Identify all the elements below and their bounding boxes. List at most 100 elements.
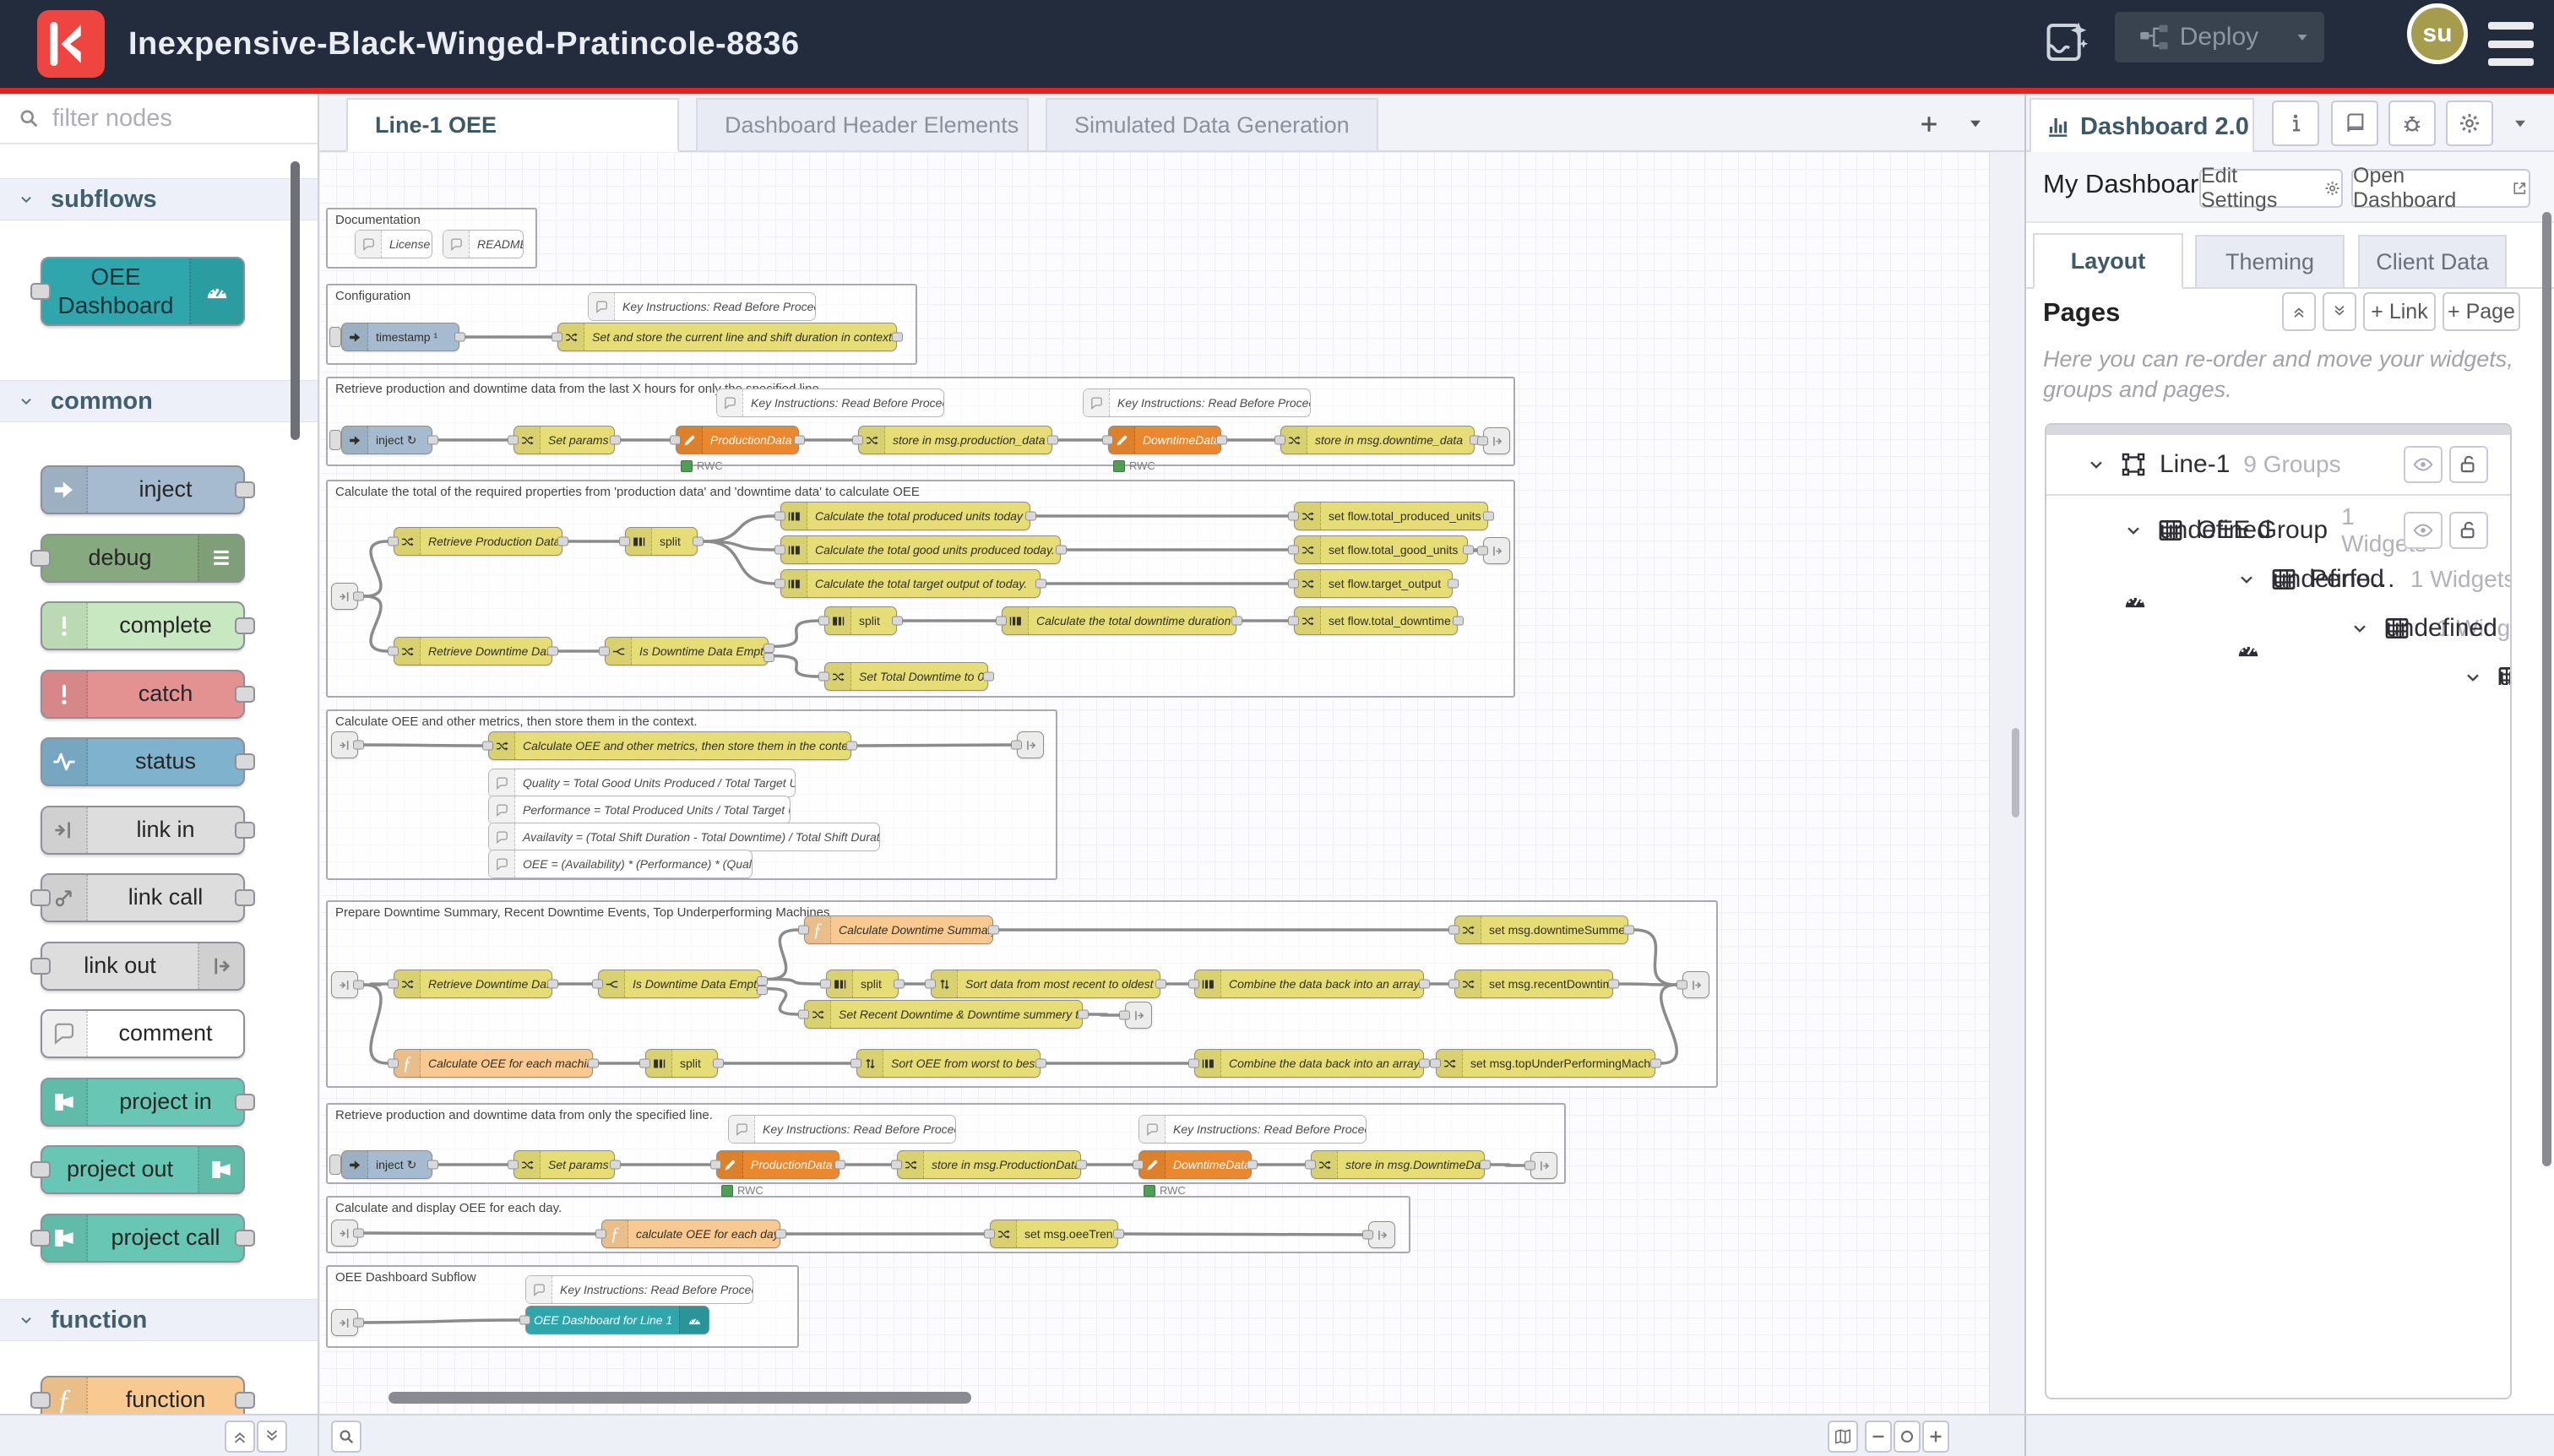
flow-node-join[interactable]: Calculate the total good units produced … xyxy=(780,535,1061,564)
flow-node-func[interactable]: ƒcalculate OEE for each day xyxy=(601,1220,780,1248)
node-input-port[interactable] xyxy=(519,1316,530,1325)
node-input-port[interactable] xyxy=(388,980,399,989)
palette-node-inject[interactable]: inject xyxy=(41,465,245,514)
link-node[interactable] xyxy=(1125,1002,1152,1029)
node-input-port[interactable] xyxy=(774,512,785,521)
flow-node-change[interactable]: set flow.total_good_units xyxy=(1294,535,1468,564)
collapse-pages-button[interactable] xyxy=(2282,292,2316,331)
node-output-port[interactable] xyxy=(557,537,568,546)
node-output-port[interactable] xyxy=(353,592,364,601)
node-output-port[interactable] xyxy=(353,1229,364,1238)
node-output-port[interactable] xyxy=(1113,1230,1124,1239)
link-node[interactable] xyxy=(1017,731,1044,758)
node-input-port[interactable] xyxy=(1274,436,1285,445)
flow-node-comment[interactable]: Key Instructions: Read Before Proceeding xyxy=(1138,1115,1367,1144)
node-input-port[interactable] xyxy=(1305,1160,1316,1170)
node-input-port[interactable] xyxy=(30,1161,51,1178)
flow-node-change[interactable]: Retrieve Downtime Data xyxy=(394,970,552,998)
flow-node-split[interactable]: split xyxy=(826,970,899,998)
flow-node-join[interactable]: Combine the data back into an array. xyxy=(1194,970,1424,998)
node-output-port[interactable] xyxy=(1216,436,1227,445)
debug-tab-button[interactable] xyxy=(2388,101,2436,146)
flow-node-sort[interactable]: Sort data from most recent to oldest xyxy=(931,970,1160,998)
node-input-port[interactable] xyxy=(1188,980,1199,989)
node-output-port-2[interactable] xyxy=(763,653,774,662)
link-node[interactable] xyxy=(1483,537,1510,564)
node-output-port[interactable] xyxy=(1231,617,1242,626)
flow-node-comment[interactable]: Key Instructions: Read Before Proceeding xyxy=(1083,388,1311,417)
node-input-port[interactable] xyxy=(508,1160,519,1170)
node-input-port[interactable] xyxy=(388,537,399,546)
link-node[interactable] xyxy=(331,971,358,998)
node-input-port[interactable] xyxy=(599,647,610,656)
node-input-port[interactable] xyxy=(1133,1160,1144,1170)
flow-node-change[interactable]: set flow.total_produced_units xyxy=(1294,502,1488,530)
node-input-port[interactable] xyxy=(996,617,1007,626)
node-output-port[interactable] xyxy=(1480,1160,1491,1170)
flow-node-comment[interactable]: Key Instructions: Read Before Proceeding xyxy=(588,292,816,321)
palette-filter[interactable]: filter nodes xyxy=(0,94,318,144)
sidebar-scrollbar[interactable] xyxy=(2542,212,2551,1166)
flow-node-join[interactable]: Calculate the total produced units today xyxy=(780,502,1030,530)
node-input-port[interactable] xyxy=(798,1010,809,1019)
node-output-port-1[interactable] xyxy=(757,976,768,986)
zoom-reset-button[interactable] xyxy=(1894,1421,1921,1453)
node-input-port[interactable] xyxy=(30,889,51,906)
flow-node-change[interactable]: Retrieve Production Data xyxy=(394,527,562,556)
node-output-port[interactable] xyxy=(775,1230,786,1239)
node-output-port-1[interactable] xyxy=(763,644,774,653)
node-input-port[interactable] xyxy=(388,1059,399,1068)
node-input-port[interactable] xyxy=(820,980,831,989)
node-input-port[interactable] xyxy=(1288,546,1299,555)
inject-button[interactable] xyxy=(329,430,341,450)
deploy-button[interactable]: Deploy xyxy=(2115,12,2324,62)
node-output-port[interactable] xyxy=(1419,1059,1430,1068)
link-node[interactable] xyxy=(331,583,358,610)
flow-node-sort[interactable]: Sort OEE from worst to best xyxy=(856,1049,1041,1078)
flow-node-change[interactable]: set msg.oeeTrend xyxy=(990,1220,1118,1248)
lock-toggle-button[interactable] xyxy=(2449,446,2488,483)
sidebar-tab-client-data[interactable]: Client Data xyxy=(2358,235,2507,289)
tree-page-row[interactable]: Line-19 Groups xyxy=(2046,435,2510,496)
palette-node-debug[interactable]: debug xyxy=(41,534,245,583)
link-node[interactable] xyxy=(1682,971,1709,998)
zoom-in-button[interactable] xyxy=(1922,1421,1949,1453)
flow-node-comment[interactable]: Availavity = (Total Shift Duration - Tot… xyxy=(488,823,880,851)
node-output-port[interactable] xyxy=(1056,546,1067,555)
flow-node-change[interactable]: set msg.topUnderPerformingMachines xyxy=(1436,1049,1655,1078)
node-output-port[interactable] xyxy=(1035,579,1046,589)
flow-node-change[interactable]: Set Total Downtime to 0 xyxy=(824,662,988,691)
node-input-port[interactable] xyxy=(1477,546,1488,556)
flow-node-func[interactable]: ƒCalculate Downtime Summary xyxy=(804,915,993,944)
flow-node-http[interactable]: ProductionData xyxy=(676,426,799,454)
tab-dashboard-2[interactable]: Dashboard 2.0 xyxy=(2030,98,2254,154)
node-output-port[interactable] xyxy=(1623,926,1634,935)
node-output-port[interactable] xyxy=(892,617,903,626)
config-tab-button[interactable] xyxy=(2446,101,2493,146)
node-output-port[interactable] xyxy=(610,1160,621,1170)
node-input-port[interactable] xyxy=(30,1230,51,1247)
node-input-port[interactable] xyxy=(30,958,51,975)
tree-drag-handle[interactable] xyxy=(2046,425,2510,435)
node-output-port[interactable] xyxy=(713,1059,724,1068)
node-output-port[interactable] xyxy=(235,822,255,839)
node-input-port[interactable] xyxy=(1362,1231,1373,1240)
flow-node-split[interactable]: split xyxy=(645,1049,718,1078)
node-input-port[interactable] xyxy=(639,1059,650,1068)
sidebar-tab-theming[interactable]: Theming xyxy=(2195,235,2345,289)
tree-group-row[interactable]: Quality Group1 Widgets xyxy=(2386,643,2510,685)
flow-node-change[interactable]: Set params xyxy=(514,1150,615,1179)
node-input-port[interactable] xyxy=(508,436,519,445)
node-input-port[interactable] xyxy=(1676,981,1687,990)
node-input-port[interactable] xyxy=(852,436,863,445)
flow-node-change[interactable]: set msg.downtimeSummery xyxy=(1454,915,1628,944)
palette-node-status[interactable]: status xyxy=(41,737,245,786)
flow-node-comment[interactable]: Key Instructions: Read Before Proceeding xyxy=(525,1275,753,1304)
node-input-port[interactable] xyxy=(1448,926,1459,935)
flow-node-switch[interactable]: Is Downtime Data Empty? xyxy=(598,970,762,998)
palette-section-common[interactable]: common xyxy=(0,380,318,422)
flow-node-change[interactable]: Retrieve Downtime Data xyxy=(394,637,552,666)
flow-node-inject[interactable]: inject ↻ xyxy=(341,1150,432,1179)
node-input-port[interactable] xyxy=(482,742,493,751)
flow-canvas[interactable]: DocumentationConfigurationRetrieve produ… xyxy=(319,152,2024,1414)
